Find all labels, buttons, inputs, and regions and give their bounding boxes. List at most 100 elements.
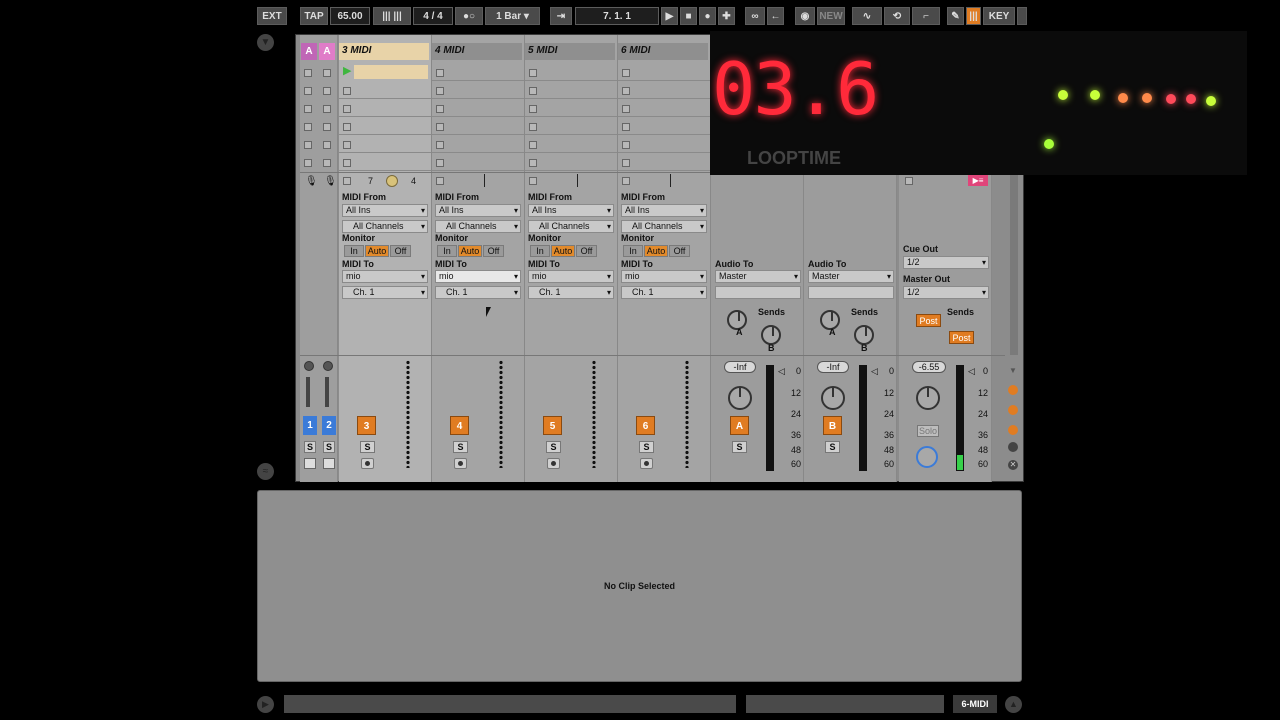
clip-slot-button[interactable] — [622, 69, 630, 77]
solo-button-1[interactable]: S — [304, 441, 316, 453]
selected-track-label[interactable]: 6-MIDI — [953, 695, 997, 713]
midi-from-select[interactable]: All Ins — [621, 204, 707, 217]
clip-slot-button[interactable] — [323, 159, 331, 167]
monitor-off-button[interactable]: Off — [390, 245, 411, 257]
solo-button[interactable]: S — [360, 441, 375, 453]
clip-slot-button[interactable] — [436, 123, 444, 131]
midi-channel-select[interactable]: All Channels — [621, 220, 707, 233]
master-solo-button[interactable]: Solo — [917, 425, 939, 437]
return-a-activator[interactable]: A — [730, 416, 749, 435]
link-icon[interactable]: ∞ — [745, 7, 765, 25]
follow-icon[interactable]: ⇥ — [550, 7, 572, 25]
back-icon[interactable]: ← — [767, 7, 784, 25]
return-b-volume[interactable]: -Inf — [817, 361, 849, 373]
midi-from-select[interactable]: All Ins — [435, 204, 521, 217]
clip-slot-button[interactable] — [436, 87, 444, 95]
clip-slot-button[interactable] — [323, 105, 331, 113]
clip-slot-button[interactable] — [436, 69, 444, 77]
monitor-auto-button[interactable]: Auto — [365, 245, 389, 257]
draw-mode-icon[interactable]: ✎ — [947, 7, 964, 25]
return-a-volume[interactable]: -Inf — [724, 361, 756, 373]
track-activator-button[interactable]: 3 — [357, 416, 376, 435]
time-signature[interactable]: 4 / 4 — [413, 7, 453, 25]
stop-clip-button[interactable] — [622, 177, 630, 185]
clip-slot-button[interactable] — [529, 105, 537, 113]
loop-icon[interactable]: ⟲ — [884, 7, 910, 25]
io-toggle-icon[interactable]: ≈ — [257, 463, 274, 480]
stop-all-dial-icon[interactable] — [386, 175, 398, 187]
midi-channel-select[interactable]: All Channels — [528, 220, 614, 233]
session-scrollbar[interactable] — [1010, 175, 1018, 355]
track-activator-button[interactable]: 6 — [636, 416, 655, 435]
arm-button[interactable] — [640, 458, 653, 469]
monitor-off-button[interactable]: Off — [669, 245, 690, 257]
clip-slot-active[interactable] — [354, 65, 428, 79]
view-toggle-icon[interactable] — [1008, 442, 1018, 452]
clip-slot-button[interactable] — [436, 105, 444, 113]
monitor-off-button[interactable]: Off — [483, 245, 504, 257]
midi-to-select[interactable]: mio — [342, 270, 428, 283]
track-2-button[interactable]: 2 — [322, 416, 336, 435]
monitor-auto-button[interactable]: Auto — [458, 245, 482, 257]
clip-slot-button[interactable] — [304, 123, 312, 131]
clip-play-icon[interactable]: ▶ — [343, 65, 353, 77]
monitor-in-button[interactable]: In — [437, 245, 457, 257]
master-pan-knob[interactable] — [916, 386, 940, 410]
stop-clip-button[interactable] — [436, 177, 444, 185]
clip-slot-button[interactable] — [622, 141, 630, 149]
solo-button[interactable]: S — [639, 441, 654, 453]
midi-from-select[interactable]: All Ins — [528, 204, 614, 217]
stop-track-icon-5[interactable] — [670, 174, 671, 187]
tempo-field[interactable]: 65.00 — [330, 7, 370, 25]
return-b-audio-to[interactable]: Master — [808, 270, 894, 283]
play-status-icon[interactable]: ▶ — [257, 696, 274, 713]
automation-arm-icon[interactable]: ◉ — [795, 7, 815, 25]
track-6-header[interactable]: 6 MIDI — [618, 43, 708, 60]
midi-map-indicator[interactable] — [1017, 7, 1027, 25]
return-b-solo[interactable]: S — [825, 441, 840, 453]
clip-slot-button[interactable] — [622, 123, 630, 131]
midi-from-select[interactable]: All Ins — [342, 204, 428, 217]
track-a-header-1[interactable]: A — [301, 43, 317, 60]
return-a-send-b-knob[interactable] — [761, 325, 781, 345]
clip-slot-button[interactable] — [436, 141, 444, 149]
return-a-pan-knob[interactable] — [728, 386, 752, 410]
master-post-button-a[interactable]: Post — [916, 314, 941, 327]
clip-slot-button[interactable] — [343, 141, 351, 149]
scroll-down-icon[interactable]: ▼ — [1009, 366, 1017, 375]
midi-to-channel-select[interactable]: Ch. 1 — [528, 286, 614, 299]
clip-slot-button[interactable] — [343, 159, 351, 167]
clip-slot-button[interactable] — [529, 159, 537, 167]
clip-slot-button[interactable] — [343, 87, 351, 95]
return-a-audio-to[interactable]: Master — [715, 270, 801, 283]
clip-slot-button[interactable] — [304, 141, 312, 149]
metronome-icon[interactable]: ●○ — [455, 7, 483, 25]
clip-slot-button[interactable] — [323, 69, 331, 77]
mic-icon-1[interactable]: 🎙 — [305, 176, 318, 187]
arm-button-1[interactable] — [304, 458, 316, 469]
add-icon[interactable]: ✚ — [718, 7, 735, 25]
clip-slot-button[interactable] — [304, 87, 312, 95]
midi-to-select[interactable]: mio — [435, 270, 521, 283]
clip-slot-button[interactable] — [622, 159, 630, 167]
monitor-in-button[interactable]: In — [530, 245, 550, 257]
stop-clip-button[interactable] — [529, 177, 537, 185]
punch-icon[interactable]: ⌐ — [912, 7, 940, 25]
key-map-button[interactable]: KEY — [983, 7, 1015, 25]
solo-button[interactable]: S — [546, 441, 561, 453]
clip-slot-button[interactable] — [529, 141, 537, 149]
solo-button[interactable]: S — [453, 441, 468, 453]
arrangement-position[interactable]: 7. 1. 1 — [575, 7, 659, 25]
cue-out-select[interactable]: 1/2 — [903, 256, 989, 269]
record-icon[interactable]: ● — [699, 7, 716, 25]
master-cue-knob[interactable] — [916, 446, 938, 468]
stop-clip-button[interactable] — [343, 177, 351, 185]
track-5-header[interactable]: 5 MIDI — [525, 43, 615, 60]
mic-icon-2[interactable]: 🎙 — [324, 176, 337, 187]
master-out-select[interactable]: 1/2 — [903, 286, 989, 299]
clip-slot-button[interactable] — [304, 69, 312, 77]
clip-slot-button[interactable] — [304, 159, 312, 167]
stop-track-icon-4[interactable] — [577, 174, 578, 187]
clip-slot-button[interactable] — [323, 141, 331, 149]
midi-to-select[interactable]: mio — [528, 270, 614, 283]
